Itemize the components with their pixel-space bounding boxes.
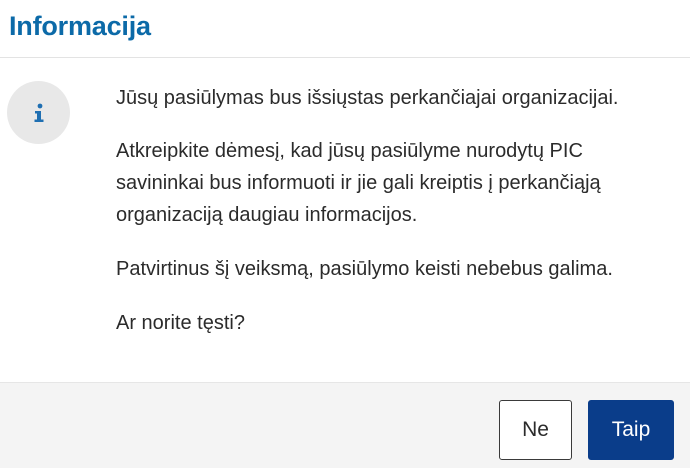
information-dialog: Informacija Jūsų pasiūlymas bus išsiųsta… [0,0,690,468]
message-line: Jūsų pasiūlymas bus išsiųstas perkančiaj… [116,87,619,109]
message-line: savininkai bus informuoti ir jie gali kr… [116,172,601,194]
dialog-header: Informacija [0,0,690,58]
no-button[interactable]: Ne [499,400,572,460]
message-line: Patvirtinus šį veiksmą, pasiūlymo keisti… [116,258,613,280]
info-icon-glyph [34,103,43,122]
message-line: organizaciją daugiau informacijos. [116,204,418,226]
message-line: Ar norite tęsti? [116,312,245,334]
dialog-footer: Ne Taip [0,382,690,468]
dialog-body: Jūsų pasiūlymas bus išsiųstas perkančiaj… [0,58,690,382]
message-line: Atkreipkite dėmesį, kad jūsų pasiūlyme n… [116,140,583,162]
yes-button[interactable]: Taip [588,400,674,460]
dialog-title: Informacija [9,11,151,41]
info-icon [7,81,70,144]
